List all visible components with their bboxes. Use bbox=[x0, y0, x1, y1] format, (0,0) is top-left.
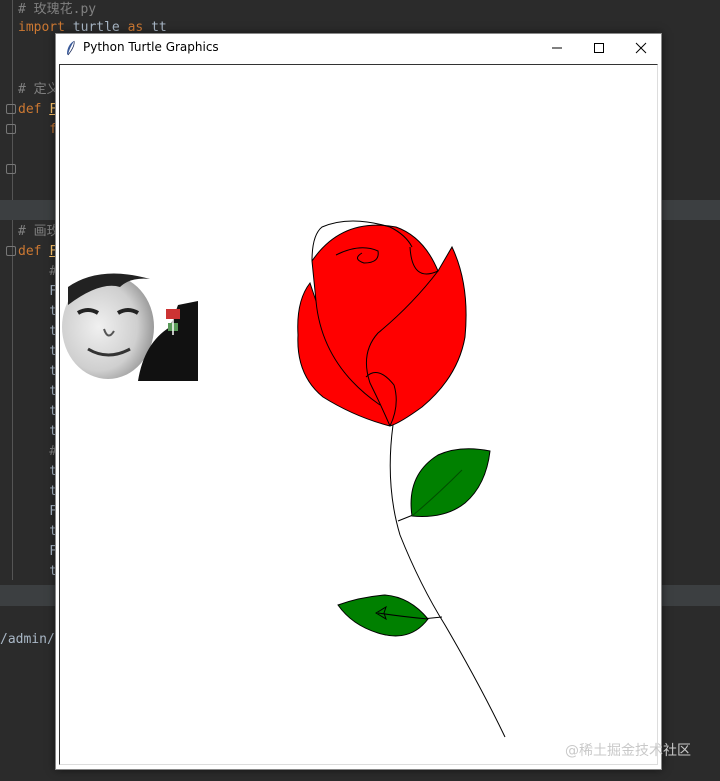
code-line: t bbox=[18, 522, 57, 542]
code-line: F bbox=[18, 542, 57, 562]
code-token: # 玫瑰花.py bbox=[18, 2, 97, 17]
watermark: @稀土掘金技术社区 bbox=[565, 743, 691, 759]
code-line: t bbox=[18, 402, 57, 422]
code-token: # bbox=[18, 444, 58, 459]
code-token: # bbox=[18, 264, 58, 279]
code-line: # 定义 bbox=[18, 80, 60, 100]
fold-marker-icon[interactable] bbox=[6, 164, 16, 174]
fold-marker-icon[interactable] bbox=[6, 104, 16, 114]
code-line: t bbox=[18, 382, 57, 402]
code-token: t bbox=[18, 424, 58, 439]
code-line: t bbox=[18, 482, 57, 502]
turtle-canvas[interactable] bbox=[59, 64, 658, 765]
meme-face-image bbox=[62, 273, 198, 381]
code-token: # 定义 bbox=[18, 82, 60, 97]
lower-leaf bbox=[337, 594, 429, 637]
minimize-icon bbox=[552, 47, 562, 49]
code-token: # 画玫 bbox=[18, 224, 60, 239]
code-line: t bbox=[18, 562, 57, 582]
run-output-path: /admin/D bbox=[0, 632, 63, 647]
code-token: t bbox=[18, 324, 58, 339]
code-token: F bbox=[18, 284, 58, 299]
code-line: # bbox=[18, 262, 57, 282]
code-line: # 玫瑰花.py bbox=[18, 0, 96, 20]
code-line: t bbox=[18, 462, 57, 482]
code-token: t bbox=[18, 524, 58, 539]
code-token: t bbox=[18, 364, 58, 379]
editor-gutter bbox=[12, 0, 13, 580]
code-token: f bbox=[18, 122, 58, 137]
code-line: def F bbox=[18, 100, 57, 120]
code-token: t bbox=[18, 464, 58, 479]
code-token: t bbox=[18, 564, 58, 579]
maximize-icon bbox=[594, 43, 604, 53]
fold-marker-icon[interactable] bbox=[6, 124, 16, 134]
rose-bloom bbox=[297, 220, 467, 427]
code-token: F bbox=[18, 544, 58, 559]
code-line: def F bbox=[18, 242, 57, 262]
code-line: f bbox=[18, 120, 57, 140]
code-token: t bbox=[18, 484, 58, 499]
code-line: t bbox=[18, 362, 57, 382]
window-title: Python Turtle Graphics bbox=[83, 40, 219, 54]
code-line: t bbox=[18, 342, 57, 362]
maximize-button[interactable] bbox=[578, 34, 620, 62]
close-icon bbox=[635, 42, 647, 54]
code-line: F bbox=[18, 282, 57, 302]
turtle-window[interactable]: Python Turtle Graphics bbox=[55, 33, 662, 770]
fold-marker-icon[interactable] bbox=[6, 246, 16, 256]
code-token: def bbox=[18, 244, 50, 259]
code-token: t bbox=[18, 344, 58, 359]
minimize-button[interactable] bbox=[536, 34, 578, 62]
window-titlebar[interactable]: Python Turtle Graphics bbox=[56, 34, 661, 62]
code-line: t bbox=[18, 422, 57, 442]
feather-icon bbox=[67, 40, 75, 56]
code-line: F bbox=[18, 502, 57, 522]
code-line: # bbox=[18, 442, 57, 462]
close-button[interactable] bbox=[620, 34, 662, 62]
code-token: F bbox=[18, 504, 58, 519]
code-line: t bbox=[18, 322, 57, 342]
code-token: t bbox=[18, 304, 58, 319]
code-token: t bbox=[18, 404, 58, 419]
code-line: # 画玫 bbox=[18, 222, 60, 242]
code-token: t bbox=[18, 384, 58, 399]
code-token: def bbox=[18, 102, 50, 117]
code-line: t bbox=[18, 302, 57, 322]
